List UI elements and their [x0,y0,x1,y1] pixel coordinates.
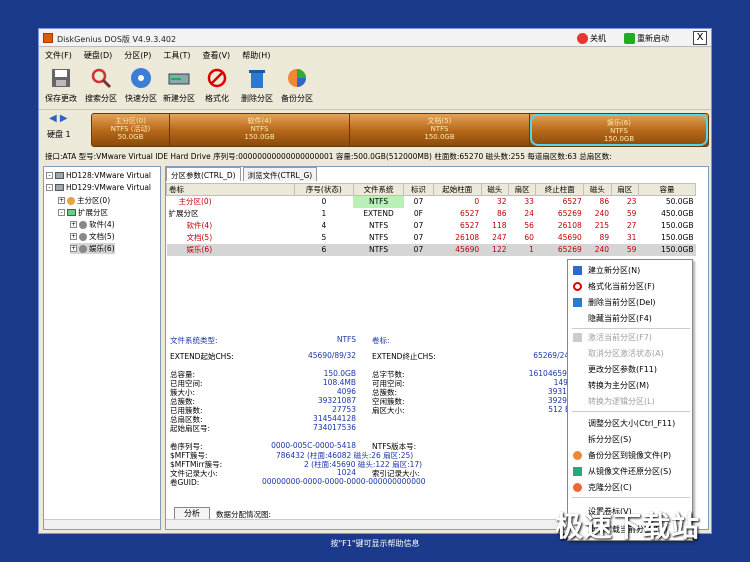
save-button[interactable]: 保存更改 [45,66,77,104]
menu-item-new-partition[interactable]: 建立新分区(N) [568,263,692,278]
menu-help[interactable]: 帮助(H) [236,48,276,62]
tree-node-extended[interactable]: - 扩展分区 [58,207,108,218]
app-icon [43,33,53,43]
menu-item-clone[interactable]: 克隆分区(C) [568,480,692,495]
main-horizontal-scrollbar[interactable] [166,519,568,529]
menu-item-activate[interactable]: 激活当前分区(F7) [568,330,692,345]
restart-button[interactable]: 重新启动 [624,32,669,45]
restart-icon [624,33,635,44]
menu-item-backup-image[interactable]: 备份分区到镜像文件(P) [568,448,692,463]
table-row[interactable]: 软件(4) 4 NTFS 07 6527 118 56 26108 215 27 150.0GB [167,220,696,232]
backup-icon [288,69,306,87]
save-icon [52,69,70,87]
menu-item-format[interactable]: 格式化当前分区(F) [568,279,692,294]
trash-icon [573,298,582,307]
activate-icon [573,333,582,342]
window-title: DiskGenius DOS版 V4.9.3.402 [57,35,177,44]
partition-segment-selected[interactable]: 娱乐(6) NTFS 150.0GB [530,114,708,146]
extended-partition-icon [67,209,76,216]
menu-item-hide[interactable]: 隐藏当前分区(F4) [568,311,692,326]
partition-segment[interactable]: 文档(5) NTFS 150.0GB [350,114,530,146]
restore-icon [573,467,582,476]
disk-label: 硬盘 1 [47,130,71,139]
format-icon [573,282,582,291]
search-icon [91,68,112,89]
new-partition-button[interactable]: 新建分区 [163,66,195,104]
menu-item-to-logical[interactable]: 转换为逻辑分区(L) [568,394,692,409]
menu-view[interactable]: 查看(V) [196,48,236,62]
disk-nav-arrows[interactable]: ◀ ▶ [49,113,68,124]
format-button[interactable]: 格式化 [205,66,229,104]
backup-partition-button[interactable]: 备份分区 [281,66,313,104]
menu-tools[interactable]: 工具(T) [157,48,196,62]
table-row[interactable]: 扩展分区 1 EXTEND 0F 6527 86 24 65269 240 59 450.0GB [167,208,696,220]
partition-icon [79,220,87,229]
disk-bar: ◀ ▶ 硬盘 1 主分区(0) NTFS (活动) 50.0GB 软件(4) NTFS… [39,111,711,149]
disk-info: 接口:ATA 型号:VMware Virtual IDE Hard Drive … [45,152,612,161]
partition-segment[interactable]: 主分区(0) NTFS (活动) 50.0GB [92,114,170,146]
watermark-logo: 极速下载站 [555,510,701,543]
table-row[interactable]: 主分区(0) 0 NTFS 07 0 32 33 6527 86 23 50.0GB [167,195,696,208]
partition-segment[interactable]: 软件(4) NTFS 150.0GB [170,114,350,146]
title-bar: DiskGenius DOS版 V4.9.3.402 关机 重新启动 X [39,29,711,47]
hard-disk-icon [55,184,64,191]
menu-item-change-params[interactable]: 更改分区参数(F11) [568,362,692,377]
drive-icon [168,73,190,85]
context-menu: 建立新分区(N) 格式化当前分区(F) 删除当前分区(Del) 隐藏当前分区(F… [567,259,693,541]
partition-icon [79,244,87,253]
new-partition-icon [573,266,582,275]
disk-tree: - HD128:VMware Virtual - HD129:VMware Virt… [43,166,161,530]
search-partition-button[interactable]: 搜索分区 [85,66,117,104]
tree-node-hd129[interactable]: - HD129:VMware Virtual [46,183,151,192]
shutdown-button[interactable]: 关机 [577,32,606,45]
menu-item-split[interactable]: 拆分分区(S) [568,432,692,447]
menu-disk[interactable]: 硬盘(D) [78,48,118,62]
tree-node-hd128[interactable]: - HD128:VMware Virtual [46,171,151,180]
format-icon [207,68,227,88]
menu-partition[interactable]: 分区(P) [118,48,157,62]
partition-icon [79,232,87,241]
tree-node-primary[interactable]: + 主分区(0) [58,195,110,206]
table-row-selected[interactable]: 娱乐(6) 6 NTFS 07 45690 122 1 65269 240 59 150.0GB [166,243,696,256]
menu-item-delete[interactable]: 删除当前分区(Del) [568,295,692,310]
tree-node-software[interactable]: + 软件(4) [70,219,115,230]
tab-partition-params[interactable]: 分区参数(CTRL_D) [166,167,241,181]
menu-item-to-primary[interactable]: 转换为主分区(M) [568,378,692,393]
toolbar: 保存更改 搜索分区 快速分区 新建分区 格式化 删除分区 备份分区 [39,64,711,110]
tree-node-entertainment[interactable]: + 娱乐(6) [70,243,115,254]
trash-icon [249,70,265,88]
partition-map: 主分区(0) NTFS (活动) 50.0GB 软件(4) NTFS 150.0GB 文… [91,113,709,147]
tab-bar: 分区参数(CTRL_D) 浏览文件(CTRL_G) [166,167,319,181]
backup-icon [573,451,582,460]
table-row[interactable]: 文档(5) 5 NTFS 07 26108 247 60 45690 89 31 150.0GB [167,232,696,244]
tree-node-documents[interactable]: + 文档(5) [70,231,115,242]
hard-disk-icon [55,172,64,179]
menu-bar: 文件(F) 硬盘(D) 分区(P) 工具(T) 查看(V) 帮助(H) [39,48,711,62]
tree-horizontal-scrollbar[interactable] [44,519,160,529]
menu-item-resize[interactable]: 调整分区大小(Ctrl_F11) [568,416,692,431]
clone-icon [573,483,582,492]
menu-item-restore-image[interactable]: 从镜像文件还原分区(S) [568,464,692,479]
disc-icon [131,68,151,88]
menu-file[interactable]: 文件(F) [39,48,78,62]
partition-table: 卷标 序号(状态) 文件系统 标识 起始柱面 磁头 扇区 终止柱面 磁头 扇区 … [166,183,697,256]
tab-browse-files[interactable]: 浏览文件(CTRL_G) [242,167,318,181]
partition-icon [67,196,75,205]
close-button[interactable]: X [693,31,707,45]
quick-partition-button[interactable]: 快速分区 [125,66,157,104]
delete-partition-button[interactable]: 删除分区 [241,66,273,104]
power-icon [577,33,588,44]
menu-item-deactivate[interactable]: 取消分区激活状态(A) [568,346,692,361]
table-header: 卷标 序号(状态) 文件系统 标识 起始柱面 磁头 扇区 终止柱面 磁头 扇区 … [166,183,697,196]
